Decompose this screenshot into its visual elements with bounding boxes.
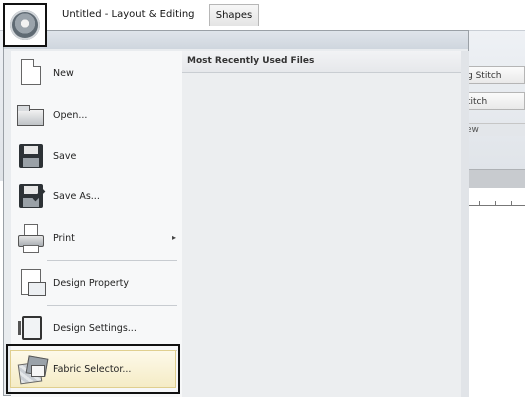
menu-item-design-property-label: Design Property <box>53 277 130 289</box>
printer-icon <box>15 222 47 254</box>
callout-frame-fabric-selector <box>6 344 180 394</box>
menu-item-print[interactable]: Print ▸ <box>11 218 182 258</box>
design-property-icon <box>15 267 47 299</box>
menu-item-new-label: New <box>53 67 74 79</box>
menu-item-open-label: Open... <box>53 109 88 121</box>
ruler <box>464 197 525 206</box>
new-document-icon <box>15 57 47 89</box>
tab-shapes[interactable]: Shapes <box>209 4 259 26</box>
file-menu: New Open... Save Save As... Print ▸ Desi… <box>3 30 469 397</box>
design-settings-icon <box>15 312 47 344</box>
menu-separator <box>47 260 177 261</box>
document-title-tab[interactable]: Untitled - Layout & Editing <box>52 4 205 26</box>
application-orb-icon <box>10 10 40 40</box>
file-menu-right-gutter <box>461 51 469 397</box>
menu-item-save-as[interactable]: Save As... <box>11 176 182 216</box>
menu-item-save-label: Save <box>53 150 77 162</box>
ribbon-bottom-bar <box>464 169 525 188</box>
open-folder-icon <box>15 99 47 131</box>
menu-item-design-property[interactable]: Design Property <box>11 263 182 303</box>
save-as-icon <box>15 180 47 212</box>
ribbon-group-label: ew <box>462 123 525 136</box>
recent-files-header: Most Recently Used Files <box>182 51 461 73</box>
menu-item-open[interactable]: Open... <box>11 95 182 135</box>
menu-item-design-settings-label: Design Settings... <box>53 322 137 334</box>
ribbon-stitch-button-1[interactable]: g Stitch <box>462 66 525 84</box>
menu-item-design-settings[interactable]: Design Settings... <box>11 308 182 348</box>
menu-separator <box>47 305 177 306</box>
menu-item-save[interactable]: Save <box>11 136 182 176</box>
application-menu-button[interactable] <box>3 3 47 47</box>
recent-files-panel: Most Recently Used Files <box>182 51 461 397</box>
menu-item-new[interactable]: New <box>11 53 182 93</box>
save-floppy-icon <box>15 140 47 172</box>
ribbon-tabstrip: Untitled - Layout & Editing Shapes <box>0 0 525 30</box>
menu-item-save-as-label: Save As... <box>53 190 100 202</box>
ribbon-stitch-button-2[interactable]: titch <box>462 92 525 110</box>
menu-item-print-label: Print <box>53 232 75 244</box>
submenu-arrow-icon: ▸ <box>171 233 176 242</box>
file-menu-header-strip <box>4 31 468 49</box>
